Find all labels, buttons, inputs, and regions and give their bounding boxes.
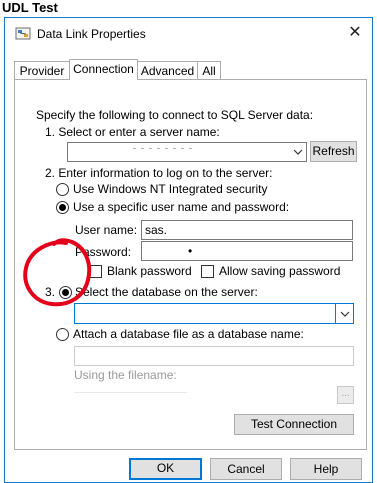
radio-specific-user-label: Use a specific user name and password:: [73, 200, 290, 214]
cancel-button[interactable]: Cancel: [210, 458, 282, 480]
radio-select-database[interactable]: [59, 286, 72, 299]
using-filename-label: Using the filename:: [74, 368, 177, 382]
radio-attach-database[interactable]: [56, 328, 69, 341]
browse-button[interactable]: ...: [337, 386, 354, 404]
redacted-mark: [133, 148, 193, 149]
data-link-properties-dialog: Data Link Properties ✕ Provider Connecti…: [4, 17, 373, 483]
filename-field[interactable]: [74, 385, 187, 393]
radio-specific-user[interactable]: [56, 201, 69, 214]
help-button[interactable]: Help: [290, 458, 362, 480]
dialog-titlebar: Data Link Properties ✕: [5, 18, 372, 50]
select-database-label: Select the database on the server:: [75, 285, 258, 299]
dialog-title: Data Link Properties: [37, 27, 146, 41]
server-name-combo[interactable]: [67, 142, 307, 162]
blank-password-label: Blank password: [107, 264, 192, 278]
close-icon[interactable]: ✕: [345, 23, 365, 43]
radio-nt-security-label: Use Windows NT Integrated security: [73, 182, 268, 196]
allow-saving-password-checkbox[interactable]: [201, 265, 214, 278]
username-field[interactable]: sas.: [141, 220, 353, 240]
password-label: Password:: [75, 245, 132, 259]
blank-password-checkbox[interactable]: [89, 265, 102, 278]
step3-label: 3.: [45, 285, 56, 299]
username-label: User name:: [75, 223, 138, 237]
test-connection-button[interactable]: Test Connection: [234, 414, 354, 435]
ok-button[interactable]: OK: [129, 458, 202, 480]
tab-connection[interactable]: Connection: [69, 59, 138, 80]
refresh-button[interactable]: Refresh: [310, 141, 357, 162]
allow-saving-password-label: Allow saving password: [219, 264, 341, 278]
page-title: UDL Test: [2, 0, 58, 15]
chevron-down-icon[interactable]: [289, 143, 306, 161]
database-combo[interactable]: [74, 303, 354, 324]
connection-panel: Specify the following to connect to SQL …: [14, 79, 367, 450]
app-icon: [15, 27, 31, 40]
intro-text: Specify the following to connect to SQL …: [36, 108, 314, 122]
chevron-down-icon[interactable]: [335, 304, 353, 323]
tab-advanced[interactable]: Advanced: [137, 61, 198, 79]
step1-label: 1. Select or enter a server name:: [45, 125, 220, 139]
step2-label: 2. Enter information to log on to the se…: [45, 166, 273, 180]
password-field[interactable]: •: [141, 241, 353, 261]
attach-database-field[interactable]: [74, 346, 354, 366]
attach-database-label: Attach a database file as a database nam…: [73, 327, 304, 341]
tab-provider[interactable]: Provider: [14, 61, 70, 79]
tab-all[interactable]: All: [197, 61, 221, 79]
radio-nt-security[interactable]: [56, 183, 69, 196]
